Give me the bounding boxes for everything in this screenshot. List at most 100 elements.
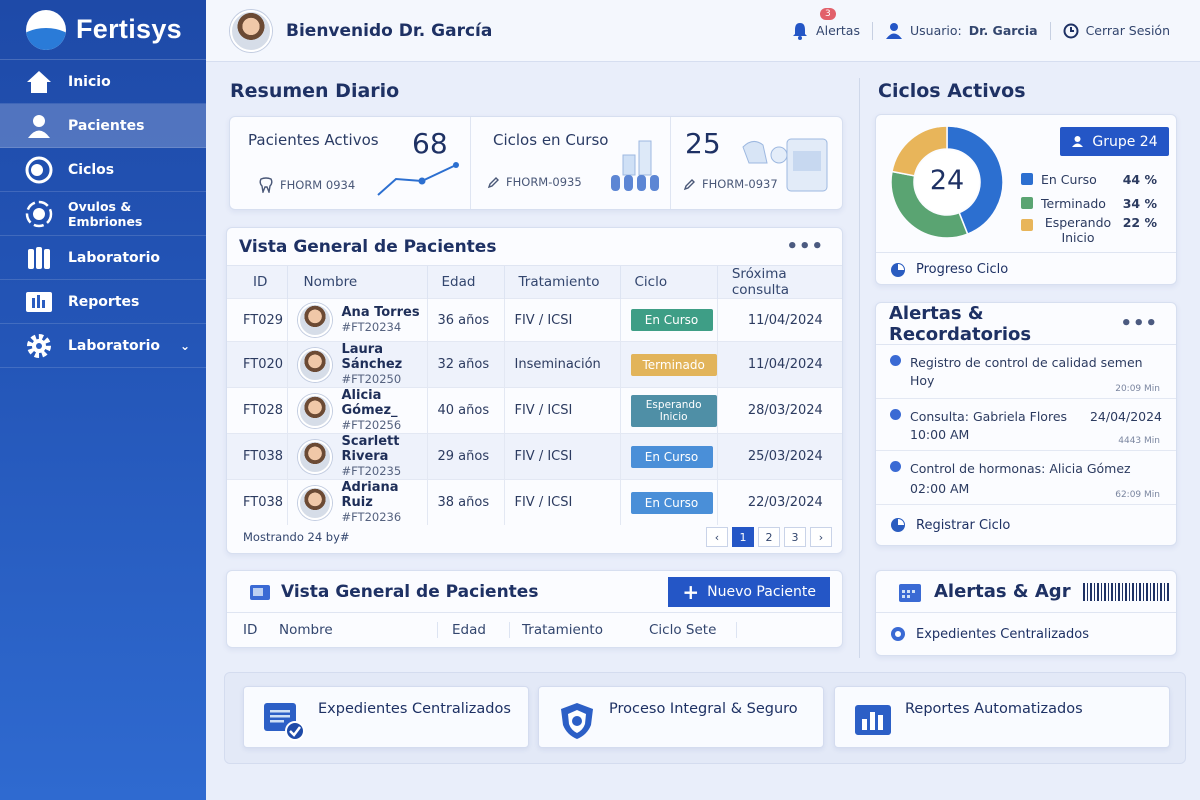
new-patient-button[interactable]: + Nuevo Paciente: [668, 576, 830, 607]
table-row[interactable]: FT038 Scarlett Rivera #FT20235 29 años FI…: [227, 433, 842, 480]
stat-label: Pacientes Activos: [248, 131, 379, 149]
more-options-icon[interactable]: •••: [1120, 313, 1158, 334]
edit-icon: [487, 176, 499, 188]
stat-value: 68: [412, 127, 448, 160]
patient-name[interactable]: Laura Sánchez: [342, 342, 427, 372]
progress-icon: [891, 262, 905, 277]
cell-fecha: 11/04/2024: [717, 341, 842, 388]
cell-id: FT020: [227, 341, 288, 388]
top-bar: Bienvenido Dr. García 3 Alertas Usuario:…: [206, 0, 1200, 62]
col-edad[interactable]: Edad: [437, 622, 509, 638]
page-button[interactable]: 3: [784, 527, 806, 547]
stat-value: 25: [685, 127, 721, 160]
col-proxima-consulta[interactable]: Sróxima consulta: [717, 266, 842, 299]
table-row[interactable]: FT028 Alicia Gómez_ #FT20256 40 años FIV …: [227, 387, 842, 434]
alerts-agenda-title: Alertas & Agr: [934, 581, 1071, 602]
legend-swatch: [1021, 197, 1033, 209]
alert-dot-icon: [890, 355, 901, 366]
col-id[interactable]: ID: [227, 266, 288, 299]
feature-expedientes[interactable]: Expedientes Centralizados: [243, 686, 529, 748]
patient-name[interactable]: Adriana Ruiz: [342, 480, 427, 510]
col-ciclo[interactable]: Ciclo: [620, 266, 718, 299]
group-button[interactable]: Grupe 24: [1060, 127, 1169, 156]
bell-icon: [793, 22, 808, 40]
sidebar-item-reportes[interactable]: Reportes: [0, 280, 206, 324]
patients-table: ID Nombre Edad Tratamiento Ciclo Sróxima…: [227, 266, 842, 525]
test-tubes-icon: [611, 140, 659, 191]
progress-cycle-link[interactable]: Progreso Ciclo: [876, 252, 1176, 286]
welcome-title: Bienvenido Dr. García: [286, 20, 493, 41]
alert-item[interactable]: Consulta: Gabriela Flores 24/04/2024 10:…: [876, 399, 1176, 451]
patients-2-table-header: ID Nombre Edad Tratamiento Ciclo Sete: [227, 613, 842, 647]
stat-ciclos-total[interactable]: 25 FHORM-0937: [671, 117, 843, 209]
legend-item-esperando[interactable]: Esperando Inicio 22 %: [1021, 215, 1157, 247]
table-row[interactable]: FT020 Laura Sánchez #FT20250 32 años Inse…: [227, 341, 842, 388]
sidebar-item-laboratorio[interactable]: Laboratorio: [0, 236, 206, 280]
alerts-label: Alertas: [816, 23, 860, 38]
feature-reportes[interactable]: Reportes Automatizados: [834, 686, 1170, 748]
patient-name[interactable]: Scarlett Rivera: [342, 434, 427, 464]
stat-pacientes-activos[interactable]: Pacientes Activos 68 FHORM 0934: [230, 117, 471, 209]
sidebar-item-label: Laboratorio: [68, 249, 160, 266]
sidebar-item-laboratorio-settings[interactable]: Laboratorio ⌄: [0, 324, 206, 368]
avatar: [297, 303, 332, 337]
cell-edad: 40 años: [427, 387, 505, 434]
next-page-button[interactable]: ›: [810, 527, 832, 547]
register-cycle-link[interactable]: Registrar Ciclo: [876, 505, 1176, 545]
avatar: [297, 439, 332, 474]
status-badge: Terminado: [630, 353, 717, 376]
col-nombre[interactable]: Nombre: [287, 266, 428, 299]
table-footer-info: Mostrando 24 by#: [243, 530, 350, 544]
col-ciclo[interactable]: Ciclo Sete: [643, 622, 737, 638]
sidebar-item-pacientes[interactable]: Pacientes: [0, 104, 206, 148]
avatar[interactable]: [230, 9, 272, 52]
sidebar-item-ovulos[interactable]: Ovulos & Embriones: [0, 192, 206, 236]
reports-icon: [24, 287, 54, 317]
chevron-down-icon[interactable]: ⌄: [180, 339, 190, 353]
table-row[interactable]: FT038 Adriana Ruiz #FT20236 38 años FIV /…: [227, 479, 842, 525]
patient-name[interactable]: Ana Torres: [342, 305, 420, 320]
logout-button[interactable]: Cerrar Sesión: [1051, 23, 1182, 39]
patient-code: #FT20235: [341, 464, 402, 478]
feature-proceso[interactable]: Proceso Integral & Seguro: [538, 686, 824, 748]
cell-tratamiento: Inseminación: [504, 341, 621, 388]
page-button[interactable]: 1: [732, 527, 754, 547]
alerts-button[interactable]: 3 Alertas: [779, 7, 872, 40]
sidebar-item-ciclos[interactable]: Ciclos: [0, 148, 206, 192]
alert-item[interactable]: Registro de control de calidad semen Hoy…: [876, 345, 1176, 399]
cell-ciclo: Esperando Inicio: [620, 387, 718, 434]
more-options-icon[interactable]: •••: [786, 236, 824, 257]
col-nombre[interactable]: Nombre: [279, 622, 437, 638]
sidebar-nav: Inicio Pacientes Ciclos Ovulos & Embrion…: [0, 60, 206, 368]
col-tratamiento[interactable]: Tratamiento: [504, 266, 621, 299]
prev-page-button[interactable]: ‹: [706, 527, 728, 547]
patient-name[interactable]: Alicia Gómez_: [342, 388, 427, 418]
table-row[interactable]: FT029 Ana Torres #FT20234 36 años FIV / I…: [227, 298, 842, 342]
cell-tratamiento: FIV / ICSI: [504, 433, 621, 480]
gear-icon: [24, 331, 54, 361]
sidebar-item-inicio[interactable]: Inicio: [0, 60, 206, 104]
cell-edad: 36 años: [427, 298, 505, 342]
alert-time-ago: 4443 Min: [1118, 436, 1160, 446]
col-tratamiento[interactable]: Tratamiento: [509, 622, 643, 638]
alert-item[interactable]: Control de hormonas: Alicia Gómez 02:00 …: [876, 451, 1176, 505]
legend-item-terminado[interactable]: Terminado 34 %: [1021, 191, 1157, 215]
refresh-icon: [891, 627, 905, 641]
page-button[interactable]: 2: [758, 527, 780, 547]
app-logo[interactable]: Fertisys: [0, 0, 206, 60]
patient-code: #FT20256: [341, 418, 402, 432]
home-icon: [24, 67, 54, 97]
cycles-legend: En Curso 44 % Terminado 34 % Esperando I…: [1021, 167, 1157, 247]
cell-edad: 29 años: [427, 433, 505, 480]
col-id[interactable]: ID: [227, 622, 279, 638]
feature-label: Expedientes Centralizados: [318, 701, 511, 717]
cell-nombre: Ana Torres #FT20234: [287, 298, 428, 342]
col-edad[interactable]: Edad: [427, 266, 505, 299]
centralized-records-link[interactable]: Expedientes Centralizados: [876, 613, 1176, 655]
user-menu[interactable]: Usuario: Dr. Garcia: [873, 22, 1050, 40]
alert-dot-icon: [890, 461, 901, 472]
legend-item-en-curso[interactable]: En Curso 44 %: [1021, 167, 1157, 191]
user-icon: [885, 22, 902, 39]
stat-ciclos-en-curso[interactable]: Ciclos en Curso FHORM-0935: [471, 117, 671, 209]
feature-label: Reportes Automatizados: [905, 701, 1083, 717]
